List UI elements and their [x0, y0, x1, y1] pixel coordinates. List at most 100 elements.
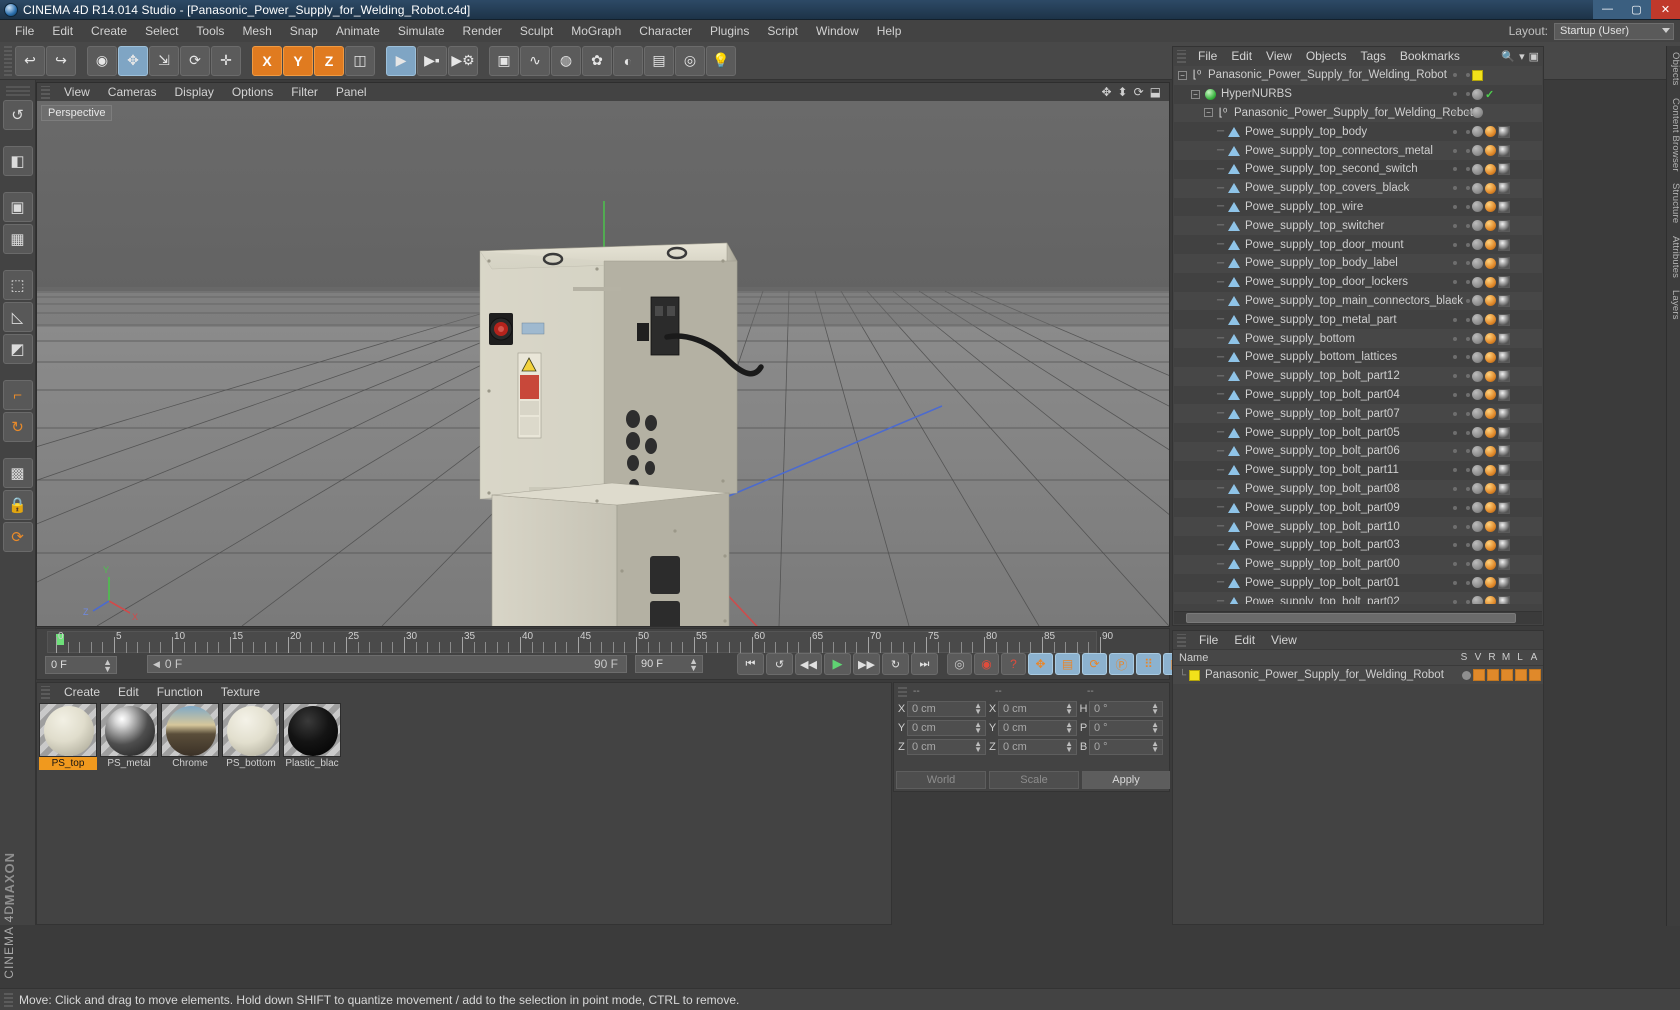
material-preview[interactable] — [161, 703, 219, 757]
visibility-dots[interactable] — [1453, 336, 1470, 341]
object-tree-row[interactable]: − ⌊⁰ Panasonic_Power_Supply_for_Welding_Ro… — [1174, 66, 1542, 85]
step-forward-button[interactable]: ▶▶ — [853, 653, 880, 675]
coordinates-grip[interactable] — [898, 685, 907, 697]
texture-tag-icon[interactable] — [1498, 163, 1510, 176]
spinner-icon[interactable]: ▲ ▼ — [974, 721, 982, 735]
object-tag-column[interactable] — [1472, 67, 1540, 84]
coord-size-x-field[interactable]: 0 cm ▲ ▼ — [998, 701, 1077, 717]
material-item[interactable]: PS_metal — [100, 703, 158, 770]
layer-flag-l[interactable] — [1515, 669, 1527, 681]
material-preview[interactable] — [283, 703, 341, 757]
material-preview[interactable] — [39, 703, 97, 757]
texture-tag-icon[interactable] — [1498, 464, 1510, 477]
workplane-tool[interactable]: ⌐ — [2, 380, 33, 410]
viewport-menu-options[interactable]: Options — [223, 84, 282, 100]
object-tree-row[interactable]: ─ Powe_supply_top_connectors_metal — [1174, 141, 1542, 160]
spinner-icon[interactable]: ▲ ▼ — [1151, 702, 1159, 716]
object-tree-row[interactable]: ─ Powe_supply_top_bolt_part02 — [1174, 592, 1542, 604]
tag-dot-icon[interactable] — [1472, 220, 1483, 232]
texture-tag-icon[interactable] — [1498, 294, 1510, 307]
texture-tag-icon[interactable] — [1498, 388, 1510, 401]
object-tag-column[interactable] — [1472, 236, 1540, 253]
spinner-icon[interactable]: ▲ ▼ — [1065, 721, 1073, 735]
play-forwards-loop-button[interactable]: ↻ — [882, 653, 909, 675]
texture-tag-icon[interactable] — [1498, 125, 1510, 138]
material-tag-icon[interactable] — [1485, 314, 1496, 326]
object-menu-edit[interactable]: Edit — [1224, 48, 1259, 64]
object-tree-row[interactable]: ─ Powe_supply_top_door_mount — [1174, 235, 1542, 254]
object-menu-tags[interactable]: Tags — [1354, 48, 1393, 64]
edge-tab-attributes[interactable]: Attributes — [1667, 230, 1680, 284]
undo-button[interactable]: ↩ — [15, 45, 45, 76]
material-tag-icon[interactable] — [1485, 558, 1496, 570]
tag-dot-icon[interactable] — [1472, 145, 1483, 157]
material-item[interactable]: PS_bottom — [222, 703, 280, 770]
live-selection-button[interactable]: ◉ — [87, 45, 117, 76]
material-item[interactable]: Plastic_blac — [283, 703, 341, 770]
layout-dropdown[interactable]: Startup (User) — [1554, 22, 1674, 40]
add-spline-button[interactable]: ∿ — [520, 45, 550, 76]
texture-tag-icon[interactable] — [1498, 144, 1510, 157]
layer-flag-s[interactable] — [1462, 670, 1471, 680]
object-tree-row[interactable]: ─ Powe_supply_top_bolt_part11 — [1174, 460, 1542, 480]
object-tree-row[interactable]: ─ Powe_supply_top_bolt_part09 — [1174, 498, 1542, 518]
viewport-menu-panel[interactable]: Panel — [327, 84, 376, 100]
material-tag-icon[interactable] — [1485, 521, 1496, 533]
texture-mode-tool[interactable]: ▦ — [2, 224, 33, 254]
scale-mode-dropdown[interactable]: Scale — [989, 771, 1079, 789]
enable-axis-tool[interactable]: ↻ — [2, 412, 33, 442]
object-tree-row[interactable]: ─ Powe_supply_top_covers_black — [1174, 178, 1542, 198]
object-tag-column[interactable] — [1472, 386, 1540, 403]
material-tag-icon[interactable] — [1485, 408, 1496, 420]
object-tag-column[interactable] — [1472, 123, 1540, 140]
coord-rot-p-field[interactable]: 0 ° ▲ ▼ — [1089, 720, 1163, 736]
minimize-button[interactable]: — — [1593, 0, 1622, 19]
left-toolbar-grip[interactable] — [5, 86, 30, 96]
x-axis-button[interactable]: X — [252, 45, 282, 76]
maximize-view-icon[interactable]: ⬓ — [1150, 85, 1161, 99]
lock-workplane-tool[interactable]: 🔒 — [2, 490, 33, 520]
spinner-icon[interactable]: ▲ ▼ — [1151, 740, 1159, 754]
tag-dot-icon[interactable] — [1472, 370, 1483, 382]
material-tag-icon[interactable] — [1485, 126, 1496, 138]
world-object-coordinate-button[interactable]: ◫ — [345, 45, 375, 76]
panel-options-icon[interactable]: ▣ — [1529, 50, 1539, 63]
menu-item-simulate[interactable]: Simulate — [389, 22, 454, 40]
tag-dot-icon[interactable] — [1472, 182, 1483, 194]
move-button[interactable]: ✥ — [118, 45, 148, 76]
texture-tag-icon[interactable] — [1498, 200, 1510, 213]
layer-flag-v[interactable] — [1473, 669, 1485, 681]
visibility-dots[interactable] — [1453, 524, 1470, 529]
tag-dot-icon[interactable] — [1472, 502, 1483, 514]
object-tree-row[interactable]: ─ Powe_supply_top_second_switch — [1174, 159, 1542, 179]
tag-dot-icon[interactable] — [1472, 483, 1483, 495]
range-left-arrow-icon[interactable]: ◀ — [153, 659, 160, 670]
toolbar-grip[interactable] — [4, 45, 12, 76]
object-tree-row[interactable]: ─ Powe_supply_top_bolt_part05 — [1174, 423, 1542, 442]
visibility-dots[interactable] — [1453, 204, 1470, 209]
spinner-icon[interactable]: ▲ ▼ — [1065, 740, 1073, 754]
object-tag-column[interactable] — [1472, 274, 1540, 291]
timeline-ruler[interactable]: 0 5 10 15 20 25 30 35 40 45 50 55 60 65 70 75 80 85 90 — [47, 631, 1113, 653]
material-tag-icon[interactable] — [1485, 220, 1496, 232]
make-editable-tool[interactable]: ◧ — [2, 146, 33, 176]
material-menu-edit[interactable]: Edit — [109, 684, 148, 700]
parameter-key-button[interactable]: Ⓟ — [1109, 653, 1134, 675]
material-tag-icon[interactable] — [1485, 257, 1496, 269]
rotate-view-icon[interactable]: ⟳ — [1134, 85, 1144, 99]
texture-tag-icon[interactable] — [1498, 595, 1510, 604]
visibility-dots[interactable] — [1453, 430, 1470, 435]
redo-button[interactable]: ↪ — [46, 45, 76, 76]
coord-size-z-field[interactable]: 0 cm ▲ ▼ — [998, 739, 1077, 755]
tree-expander-icon[interactable]: − — [1191, 89, 1200, 99]
enabled-check-icon[interactable]: ✓ — [1485, 88, 1494, 101]
current-frame-field[interactable]: 0 F ▲ ▼ — [45, 656, 117, 674]
visibility-dots[interactable] — [1453, 580, 1470, 585]
locked-workplane-button[interactable]: ✛ — [211, 45, 241, 76]
undo-view-tool[interactable]: ↺ — [2, 100, 33, 130]
material-tag-icon[interactable] — [1485, 163, 1496, 175]
visibility-dots[interactable] — [1453, 392, 1470, 397]
add-light-button[interactable]: 💡 — [706, 45, 736, 76]
layer-flag-r[interactable] — [1487, 669, 1499, 681]
texture-tag-icon[interactable] — [1498, 558, 1510, 571]
